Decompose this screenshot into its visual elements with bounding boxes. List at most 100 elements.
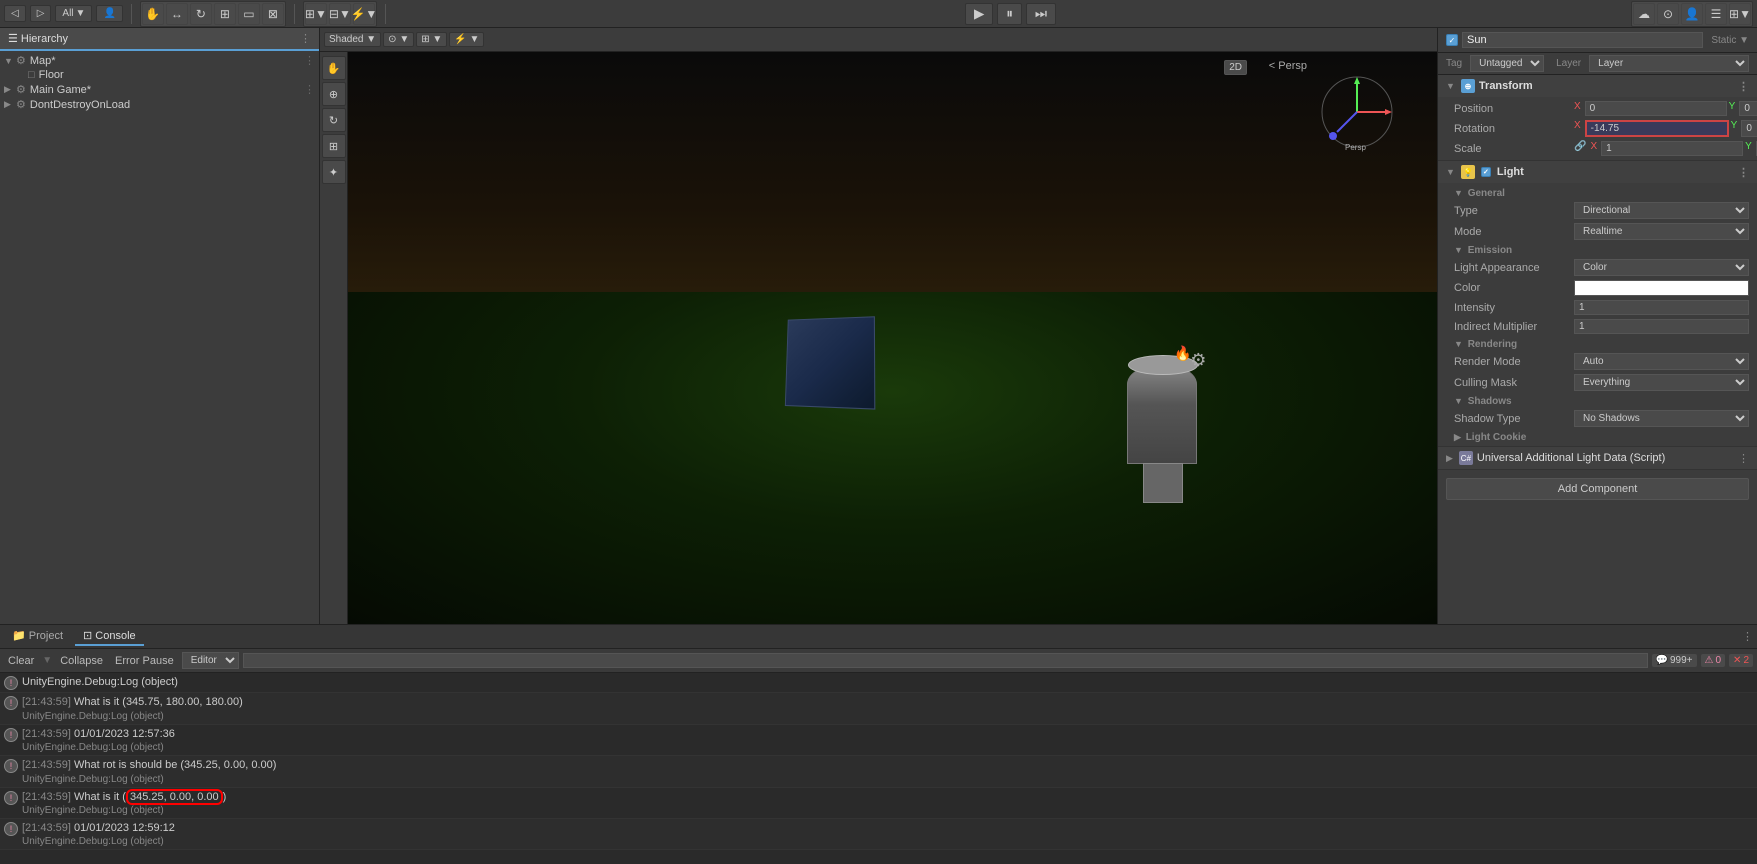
console-row-2[interactable]: ! [21:43:59] 01/01/2023 12:57:36 UnityEn… xyxy=(0,725,1757,756)
custom-scene-btn[interactable]: ✦ xyxy=(322,160,346,184)
console-row-4[interactable]: ! [21:43:59] What is it (345.25, 0.00, 0… xyxy=(0,788,1757,819)
object-enabled-checkbox[interactable]: ✓ xyxy=(1446,34,1458,46)
hierarchy-item-dontdestroy[interactable]: ▶ ⚙ DontDestroyOnLoad xyxy=(0,97,319,112)
scale-scene-btn[interactable]: ⊞ xyxy=(322,134,346,158)
bottom-panel-menu[interactable]: ⋮ xyxy=(1742,630,1753,643)
account-btn[interactable]: 👤 xyxy=(96,5,122,22)
light-appearance-row: Light Appearance Color xyxy=(1438,257,1757,278)
hierarchy-item-floor[interactable]: □ Floor xyxy=(0,68,319,82)
editor-dropdown[interactable]: Editor xyxy=(182,652,239,669)
mode-dropdown[interactable]: Realtime xyxy=(1574,223,1749,240)
script-icon: C# xyxy=(1459,451,1473,465)
console-row-3[interactable]: ! [21:43:59] What rot is should be (345.… xyxy=(0,756,1757,787)
object-name-field[interactable] xyxy=(1462,32,1703,48)
console-search-input[interactable] xyxy=(243,653,1648,668)
transform-menu[interactable]: ⋮ xyxy=(1738,80,1749,93)
console-text-group-3: [21:43:59] What rot is should be (345.25… xyxy=(22,758,276,784)
rect-tool[interactable]: ▭ xyxy=(238,3,260,25)
rotate-tool[interactable]: ↻ xyxy=(190,3,212,25)
pos-y-input[interactable] xyxy=(1739,101,1757,116)
play-btn[interactable]: ▶ xyxy=(965,3,993,25)
maingame-icon: ⚙ xyxy=(16,83,26,96)
grid-btn[interactable]: ⊟▼ xyxy=(329,3,351,25)
rotation-row: Rotation X Y Z xyxy=(1438,118,1757,139)
add-component-btn[interactable]: Add Component xyxy=(1446,478,1749,500)
render-mode-dropdown[interactable]: Auto xyxy=(1574,353,1749,370)
scale-tool[interactable]: ⊞ xyxy=(214,3,236,25)
light-enabled-checkbox[interactable]: ✓ xyxy=(1481,167,1491,177)
sc-x-input[interactable] xyxy=(1601,141,1743,156)
type-value: Directional xyxy=(1574,202,1749,219)
pause-btn[interactable]: ⏸ xyxy=(997,3,1022,25)
light-icon: 💡 xyxy=(1461,165,1475,179)
rot-y-input[interactable] xyxy=(1741,120,1757,137)
scene-gizmo-dropdown[interactable]: ⊙ ▼ xyxy=(383,32,414,47)
hierarchy-menu-btn[interactable]: ⋮ xyxy=(300,32,311,45)
layer-dropdown[interactable]: Layer xyxy=(1589,55,1749,72)
clear-btn[interactable]: Clear xyxy=(4,654,38,668)
hierarchy-item-map[interactable]: ▼ ⚙ Map* ⋮ xyxy=(0,53,319,68)
script-menu[interactable]: ⋮ xyxy=(1738,452,1749,465)
all-dropdown[interactable]: All ▼ xyxy=(55,5,92,22)
light-title: Light xyxy=(1497,166,1524,178)
hierarchy-tab[interactable]: ☰ Hierarchy ⋮ xyxy=(0,28,319,51)
script-header[interactable]: ▶ C# Universal Additional Light Data (Sc… xyxy=(1438,447,1757,469)
light-appearance-dropdown[interactable]: Color xyxy=(1574,259,1749,276)
light-appearance-label: Light Appearance xyxy=(1454,262,1574,274)
hierarchy-item-maingame[interactable]: ▶ ⚙ Main Game* ⋮ xyxy=(0,82,319,97)
layout-btn[interactable]: ⊞▼ xyxy=(1729,3,1751,25)
indirect-multiplier-input[interactable] xyxy=(1574,319,1749,334)
pos-x-input[interactable] xyxy=(1585,101,1727,116)
move-scene-btn[interactable]: ⊕ xyxy=(322,82,346,106)
render-mode-value: Auto xyxy=(1574,353,1749,370)
position-label: Position xyxy=(1454,103,1574,115)
scene-snap-dropdown[interactable]: ⚡ ▼ xyxy=(449,32,484,47)
color-swatch[interactable] xyxy=(1574,280,1749,296)
scene-grid-dropdown[interactable]: ⊞ ▼ xyxy=(416,32,447,47)
type-dropdown[interactable]: Directional xyxy=(1574,202,1749,219)
services-btn[interactable]: ⊙ xyxy=(1657,3,1679,25)
account2-btn[interactable]: 👤 xyxy=(1681,3,1703,25)
rotate-scene-btn[interactable]: ↻ xyxy=(322,108,346,132)
forward-btn[interactable]: ▷ xyxy=(30,5,52,22)
tag-dropdown[interactable]: Untagged xyxy=(1470,55,1544,72)
transform-header[interactable]: ▼ ⊕ Transform ⋮ xyxy=(1438,75,1757,97)
hand-scene-btn[interactable]: ✋ xyxy=(322,56,346,80)
tab-console[interactable]: ⊡ Console xyxy=(75,627,144,646)
maingame-more[interactable]: ⋮ xyxy=(304,83,315,96)
shadow-type-dropdown[interactable]: No Shadows xyxy=(1574,410,1749,427)
transform-tool[interactable]: ⊠ xyxy=(262,3,284,25)
error-pause-btn[interactable]: Error Pause xyxy=(111,654,178,668)
rot-x-input[interactable] xyxy=(1585,120,1729,137)
light-header[interactable]: ▼ 💡 ✓ Light ⋮ xyxy=(1438,161,1757,183)
snap-tools: ⊞▼ ⊟▼ ⚡▼ xyxy=(303,1,377,27)
light-menu[interactable]: ⋮ xyxy=(1738,166,1749,179)
center-area: Shaded ▼ ⊙ ▼ ⊞ ▼ ⚡ ▼ ✋ ⊕ ↻ ⊞ ✦ xyxy=(320,28,1437,624)
scene-view-dropdown[interactable]: Shaded ▼ xyxy=(324,32,381,47)
layers-btn[interactable]: ☰ xyxy=(1705,3,1727,25)
step-btn[interactable]: ⏭ xyxy=(1026,3,1056,25)
collab-btn[interactable]: ☁ xyxy=(1633,3,1655,25)
rot-x-label: X xyxy=(1574,120,1581,137)
console-row-0[interactable]: ! UnityEngine.Debug:Log (object) xyxy=(0,673,1757,693)
back-btn[interactable]: ◁ xyxy=(4,5,26,22)
hand-tool[interactable]: ✋ xyxy=(142,3,164,25)
two-d-btn[interactable]: 2D xyxy=(1224,60,1247,75)
intensity-input[interactable] xyxy=(1574,300,1749,315)
console-row-5[interactable]: ! [21:43:59] 01/01/2023 12:59:12 UnityEn… xyxy=(0,819,1757,850)
main-area: ☰ Hierarchy ⋮ ▼ ⚙ Map* ⋮ □ Floor ▶ ⚙ Ma xyxy=(0,28,1757,624)
move-tool[interactable]: ↔ xyxy=(166,3,188,25)
circled-value: 345.25, 0.00, 0.00 xyxy=(126,789,223,805)
snap2-btn[interactable]: ⚡▼ xyxy=(353,3,375,25)
cylinder-base xyxy=(1143,463,1183,503)
tab-project[interactable]: 📁 Project xyxy=(4,627,71,646)
floor-name: Floor xyxy=(39,69,315,81)
collapse-btn[interactable]: Collapse xyxy=(56,654,107,668)
culling-mask-dropdown[interactable]: Everything xyxy=(1574,374,1749,391)
map-more[interactable]: ⋮ xyxy=(304,54,315,67)
console-row-1[interactable]: ! [21:43:59] What is it (345.75, 180.00,… xyxy=(0,693,1757,724)
project-tab-icon: 📁 xyxy=(12,630,26,642)
error-counter: ✕ 2 xyxy=(1729,654,1753,667)
snap-btn[interactable]: ⊞▼ xyxy=(305,3,327,25)
rot-y-label: Y xyxy=(1731,120,1738,137)
